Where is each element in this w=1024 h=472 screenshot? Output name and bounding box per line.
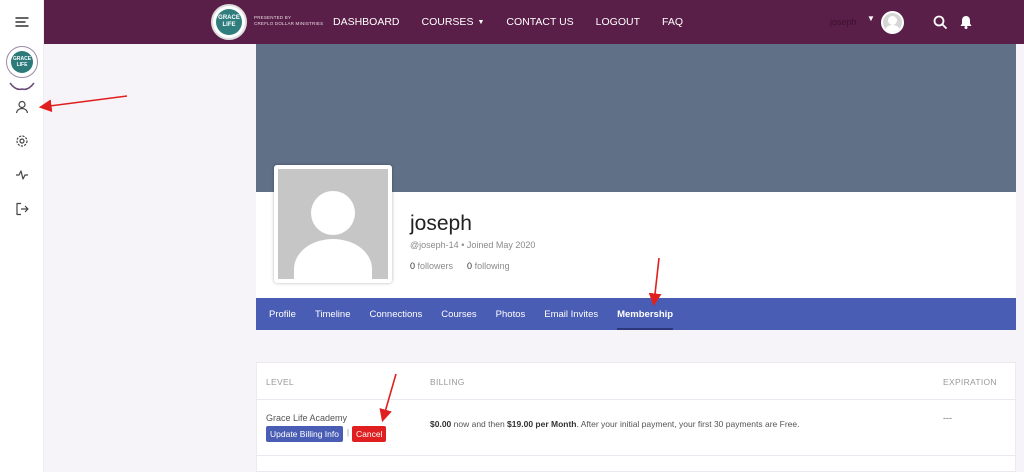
membership-table: LEVEL BILLING EXPIRATION Grace Life Acad… [256,362,1016,472]
activity-icon[interactable] [13,166,31,184]
billing-text: . After your initial payment, your first… [576,419,800,429]
followers-count: 0 [410,261,416,271]
column-header-expiration: EXPIRATION [943,377,997,387]
membership-expiration: --- [943,413,952,423]
left-rail: GRACE LIFE [0,0,44,472]
tab-membership[interactable]: Membership [617,298,673,330]
arrow-to-profile-icon [38,95,128,113]
followers-label: followers [417,261,454,271]
chevron-down-icon[interactable]: ▼ [867,14,875,23]
following-stat[interactable]: 0 following [467,261,510,271]
site-logo-text: GRACE LIFE [216,9,242,35]
nav-dashboard[interactable]: DASHBOARD [333,16,400,28]
billing-description: $0.00 now and then $19.00 per Month. Aft… [430,419,799,429]
academy-logo-text: GRACE LIFE [11,51,33,73]
cancel-membership-button[interactable]: Cancel [352,426,387,442]
billing-recurring-amount: $19.00 per Month [507,419,577,429]
nav-label: FAQ [662,16,684,28]
tab-connections[interactable]: Connections [369,298,422,330]
nav-courses[interactable]: COURSES ▼ [422,16,485,28]
profile-avatar[interactable] [274,165,392,283]
logout-icon[interactable] [13,200,31,218]
profile-tabs: Profile Timeline Connections Courses Pho… [256,298,1016,330]
divider [257,399,1015,400]
followers-stat[interactable]: 0 followers [410,261,453,271]
site-logo[interactable]: GRACE LIFE [211,4,247,40]
presented-by: PRESENTED BY CREFLO DOLLAR MINISTRIES [254,15,323,27]
tab-profile[interactable]: Profile [269,298,296,330]
main-nav: DASHBOARD COURSES ▼ CONTACT US LOGOUT FAQ [333,0,705,44]
ministry-name: CREFLO DOLLAR MINISTRIES [254,21,324,26]
user-menu-name[interactable]: joseph [830,17,857,27]
following-label: following [474,261,510,271]
billing-text: now and then [451,419,508,429]
user-avatar[interactable] [881,11,904,34]
nav-logout[interactable]: LOGOUT [596,16,640,28]
profile-icon[interactable] [13,98,31,116]
nav-faq[interactable]: FAQ [662,16,683,28]
profile-joined: Joined May 2020 [466,240,536,250]
tab-photos[interactable]: Photos [496,298,526,330]
nav-label: LOGOUT [595,16,641,28]
settings-icon[interactable] [13,132,31,150]
nav-label: CONTACT US [506,16,574,28]
divider [257,455,1015,456]
bell-icon[interactable] [958,14,974,30]
tab-courses[interactable]: Courses [441,298,476,330]
billing-initial-amount: $0.00 [430,419,452,429]
profile-meta: @joseph-14 • Joined May 2020 [410,240,535,250]
button-separator: | [347,428,350,437]
follow-stats: 0 followers 0 following [410,261,510,271]
nav-contact-us[interactable]: CONTACT US [506,16,573,28]
profile-name: joseph [410,212,472,235]
profile-handle: @joseph-14 [410,240,459,250]
following-count: 0 [467,261,473,271]
menu-toggle-icon[interactable] [13,13,31,31]
column-header-billing: BILLING [430,377,465,387]
search-icon[interactable] [932,14,948,30]
column-header-level: LEVEL [266,377,294,387]
laurel-icon [9,82,35,91]
tab-timeline[interactable]: Timeline [315,298,351,330]
update-billing-button[interactable]: Update Billing Info [266,426,343,442]
academy-logo[interactable]: GRACE LIFE [6,46,38,92]
tab-email-invites[interactable]: Email Invites [544,298,598,330]
nav-label: COURSES [421,16,474,28]
nav-label: DASHBOARD [333,16,400,28]
membership-level-name: Grace Life Academy [266,413,348,423]
chevron-down-icon: ▼ [477,18,485,26]
